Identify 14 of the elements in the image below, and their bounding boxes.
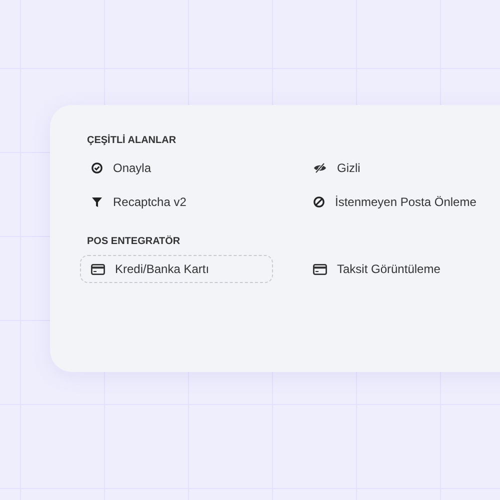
field-item[interactable]: İstenmeyen Posta Önleme (302, 188, 495, 216)
filter-icon (91, 196, 103, 208)
eye-slash-icon (313, 162, 327, 174)
field-item[interactable]: Recaptcha v2 (80, 188, 273, 216)
check-circle-icon (91, 162, 103, 174)
field-item[interactable]: Kredi/Banka Kartı (80, 255, 273, 283)
credit-card-icon (91, 264, 105, 274)
field-item[interactable]: Onayla (80, 154, 273, 182)
field-item[interactable]: Taksit Görüntüleme (302, 255, 495, 283)
credit-card-icon (313, 264, 327, 274)
section-heading: POS ENTEGRATÖR (87, 236, 180, 247)
ban-icon (313, 196, 325, 208)
section-heading: ÇEŞİTLİ ALANLAR (87, 135, 176, 146)
field-item[interactable]: Gizli (302, 154, 495, 182)
